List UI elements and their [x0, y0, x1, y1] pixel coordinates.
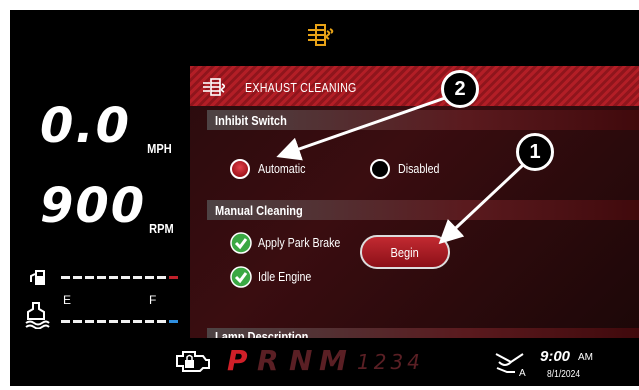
automatic-label: Automatic	[258, 161, 306, 176]
gear-park: P	[227, 344, 248, 377]
def-full-label: F	[149, 293, 157, 307]
inhibit-switch-label: Inhibit Switch	[215, 113, 287, 128]
disabled-radio[interactable]	[370, 159, 390, 179]
auto-mode-icon: A	[495, 353, 526, 378]
fuel-level-bar	[61, 276, 178, 279]
panel-header: EXHAUST CLEANING	[190, 66, 639, 106]
exhaust-filter-icon	[203, 78, 226, 96]
callout-2: 2	[441, 70, 479, 108]
clock-time: 9:00	[540, 348, 571, 365]
gear-manual: M	[319, 344, 347, 377]
def-empty-label: E	[63, 293, 72, 307]
gear-reverse: R	[257, 344, 279, 377]
park-brake-check-icon	[230, 232, 252, 254]
speed-unit: MPH	[147, 141, 172, 156]
disabled-label: Disabled	[398, 161, 440, 176]
clock-date: 8/1/2024	[547, 369, 581, 380]
begin-button[interactable]: Begin	[360, 235, 450, 269]
manual-cleaning-label: Manual Cleaning	[215, 203, 303, 218]
exhaust-cleaning-panel: EXHAUST CLEANING Inhibit Switch Automati…	[190, 66, 639, 338]
speed-value: 0.0	[40, 98, 132, 154]
clock-ampm: AM	[578, 352, 593, 363]
begin-button-label: Begin	[390, 244, 420, 260]
automatic-radio[interactable]	[230, 159, 250, 179]
bottom-status-bar: P R N M 1234 A 9:00 AM 8/1/2024	[10, 338, 639, 386]
def-level-bar	[61, 320, 178, 323]
inhibit-switch-header: Inhibit Switch	[207, 110, 639, 130]
exhaust-filter-icon	[308, 24, 334, 46]
rpm-value: 900	[40, 178, 147, 234]
panel-title: EXHAUST CLEANING	[245, 80, 357, 95]
apply-park-brake-label: Apply Park Brake	[258, 235, 341, 250]
idle-engine-label: Idle Engine	[258, 269, 312, 284]
engine-lock-icon	[176, 351, 210, 372]
idle-engine-check-icon	[230, 266, 252, 288]
def-fluid-icon	[25, 302, 50, 329]
gear-numbers: 1234	[357, 350, 424, 374]
lamp-description-header: Lamp Description	[207, 328, 639, 338]
callout-1: 1	[516, 133, 554, 171]
manual-cleaning-header: Manual Cleaning	[207, 200, 639, 220]
gear-neutral: N	[289, 344, 313, 377]
display-screen: 0.0 MPH 900 RPM E F EXHAUST CLEANING Inh…	[10, 10, 639, 386]
rpm-unit: RPM	[149, 221, 174, 236]
lamp-description-label: Lamp Description	[215, 329, 309, 338]
fuel-pump-icon	[30, 270, 45, 285]
auto-letter: A	[519, 368, 526, 378]
